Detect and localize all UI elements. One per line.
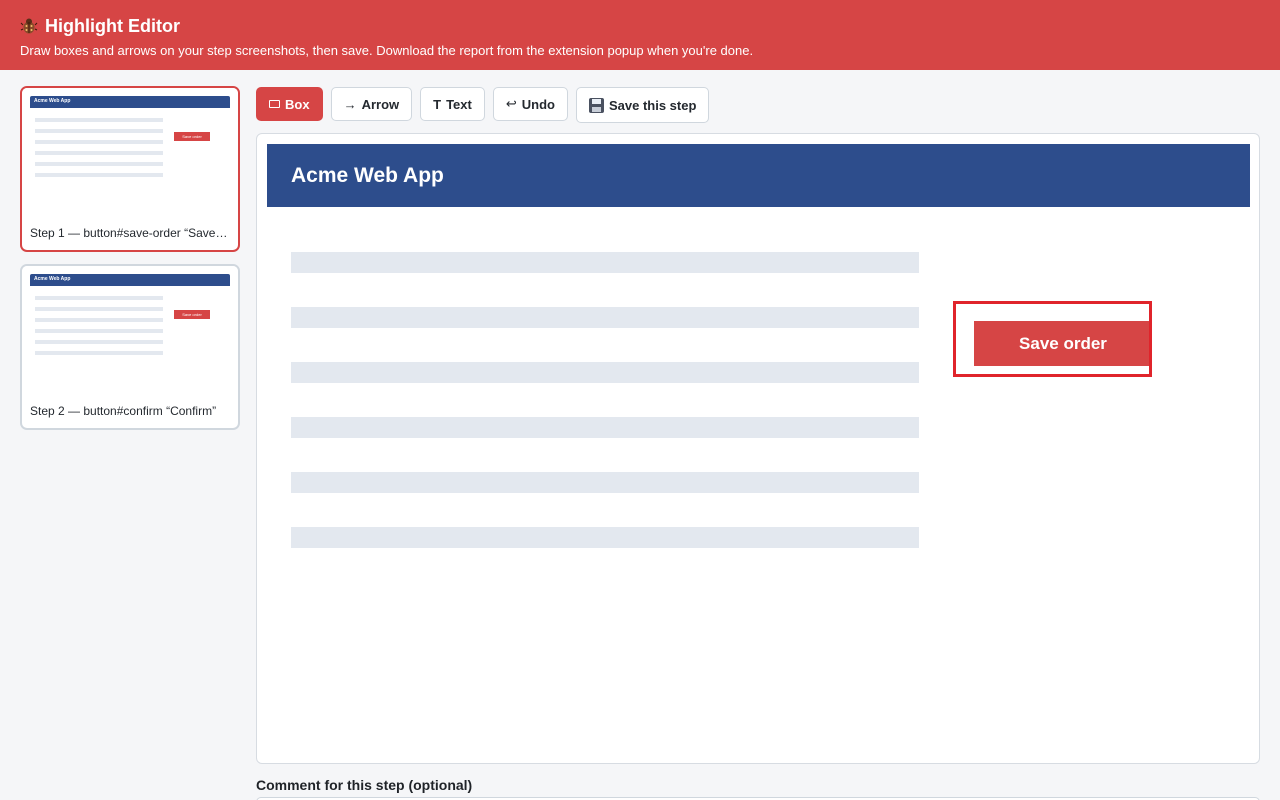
page-title-row: Highlight Editor	[20, 14, 1260, 38]
thumb-placeholder-line	[35, 118, 163, 122]
thumb-placeholder-line	[35, 351, 163, 355]
placeholder-line	[291, 362, 919, 383]
step-caption: Step 2 — button#confirm “Confirm”	[30, 404, 217, 418]
drawing-toolbar: Box → Arrow T Text ↩ Undo Save this step	[256, 87, 710, 123]
placeholder-line	[291, 527, 919, 548]
thumb-placeholder-line	[35, 173, 163, 177]
annotation-canvas[interactable]: Acme Web App Save order	[256, 133, 1260, 764]
box-tool-button[interactable]: Box	[256, 87, 323, 121]
thumb-placeholder-line	[35, 307, 163, 311]
placeholder-line	[291, 417, 919, 438]
rectangle-icon	[269, 100, 280, 108]
page-title: Highlight Editor	[45, 15, 180, 36]
thumb-placeholder-line	[35, 151, 163, 155]
step-screenshot[interactable]: Acme Web App Save order	[267, 144, 1250, 754]
steps-sidebar: Acme Web App Save order Step 1 — button#…	[20, 86, 240, 442]
text-tool-button[interactable]: T Text	[420, 87, 485, 121]
placeholder-line	[291, 307, 919, 328]
arrow-tool-label: Arrow	[361, 96, 400, 112]
text-tool-label: Text	[446, 96, 472, 112]
step-card-2[interactable]: Acme Web App Save order Step 2 — button#…	[20, 264, 240, 430]
save-step-label: Save this step	[608, 97, 697, 113]
arrow-tool-button[interactable]: → Arrow	[330, 87, 413, 121]
thumb-save-button: Save order	[174, 310, 210, 319]
thumb-app-title: Acme Web App	[34, 98, 71, 104]
thumb-placeholder-line	[35, 318, 163, 322]
thumb-placeholder-line	[35, 129, 163, 133]
highlight-box-annotation[interactable]	[953, 301, 1152, 377]
placeholder-line	[291, 252, 919, 273]
top-banner: Highlight Editor Draw boxes and arrows o…	[0, 0, 1280, 70]
app-header: Acme Web App	[267, 144, 1250, 207]
undo-label: Undo	[521, 96, 555, 112]
thumb-app-header: Acme Web App	[30, 274, 230, 286]
undo-icon: ↩	[505, 96, 517, 111]
page-subtitle: Draw boxes and arrows on your step scree…	[20, 43, 754, 58]
step-card-1[interactable]: Acme Web App Save order Step 1 — button#…	[20, 86, 240, 252]
thumb-placeholder-line	[35, 340, 163, 344]
step-caption: Step 1 — button#save-order “Save order”	[30, 226, 238, 240]
thumb-save-button-label: Save order	[182, 312, 202, 317]
bug-icon	[20, 17, 38, 35]
thumb-app-title: Acme Web App	[34, 276, 71, 282]
save-step-button[interactable]: Save this step	[575, 87, 710, 123]
arrow-right-icon: →	[343, 96, 357, 112]
thumb-save-button: Save order	[174, 132, 210, 141]
comment-label: Comment for this step (optional)	[256, 777, 473, 793]
thumb-save-button-label: Save order	[182, 134, 202, 139]
thumb-placeholder-line	[35, 162, 163, 166]
step-thumbnail: Acme Web App Save order	[22, 266, 238, 398]
thumb-placeholder-line	[35, 140, 163, 144]
app-title: Acme Web App	[291, 164, 444, 187]
thumb-placeholder-line	[35, 296, 163, 300]
step-thumbnail: Acme Web App Save order	[22, 88, 238, 220]
box-tool-label: Box	[285, 96, 310, 112]
thumb-placeholder-line	[35, 329, 163, 333]
text-icon: T	[433, 96, 442, 112]
floppy-disk-icon	[588, 97, 604, 113]
placeholder-line	[291, 472, 919, 493]
thumb-app-header: Acme Web App	[30, 96, 230, 108]
undo-button[interactable]: ↩ Undo	[492, 87, 568, 121]
